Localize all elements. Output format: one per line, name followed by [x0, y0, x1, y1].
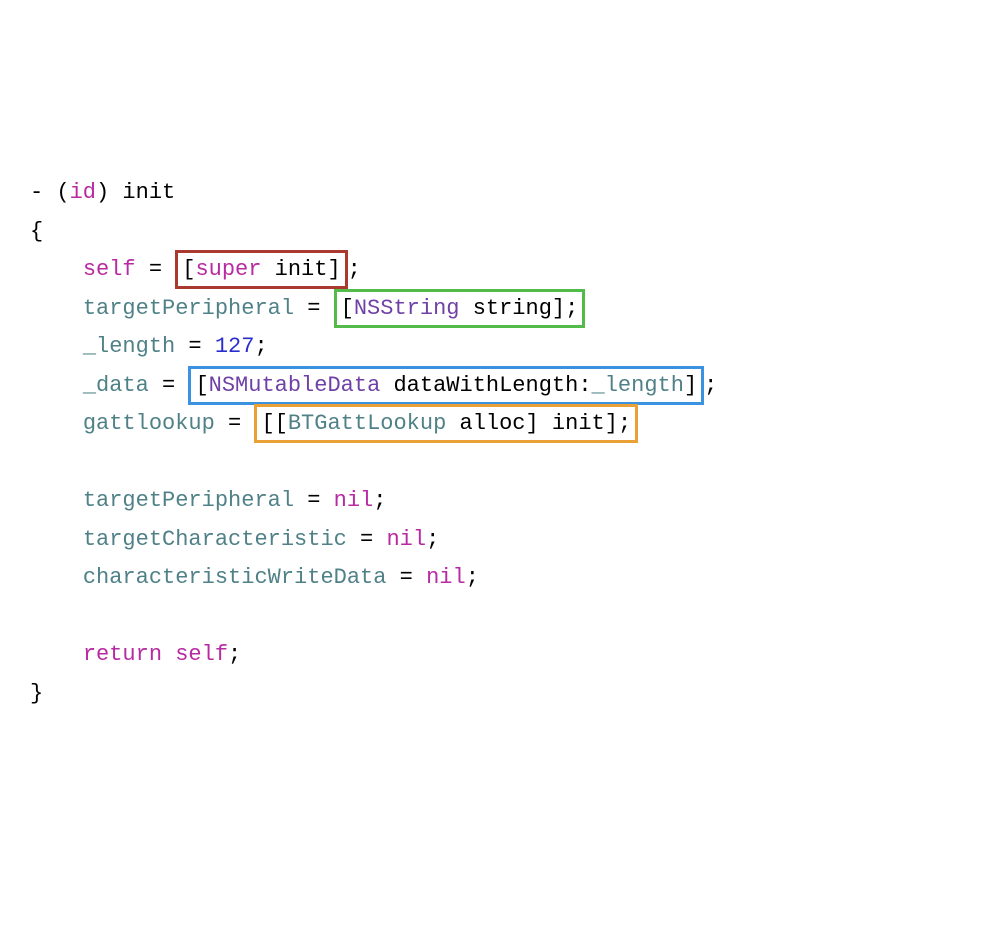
nil-kw: nil	[426, 565, 466, 590]
var-targetPeripheral: targetPeripheral	[83, 296, 294, 321]
space	[459, 296, 472, 321]
var-data: _data	[83, 373, 149, 398]
semicolon: ;	[565, 296, 578, 321]
close-bracket-inner: ]	[526, 411, 539, 436]
open-paren: (	[56, 180, 69, 205]
semicolon: ;	[426, 527, 439, 552]
line-9: targetPeripheral = nil;	[30, 488, 386, 513]
equals: =	[386, 565, 426, 590]
line-3: self = [super init];	[30, 257, 361, 282]
length-arg: _length	[592, 373, 684, 398]
line-11: characteristicWriteData = nil;	[30, 565, 479, 590]
open-brace: {	[30, 219, 43, 244]
open-bracket-inner: [	[275, 411, 288, 436]
semicolon: ;	[348, 257, 361, 282]
space	[446, 411, 459, 436]
nsstring-box: [NSString string];	[334, 289, 586, 328]
nil-kw: nil	[334, 488, 374, 513]
space	[380, 373, 393, 398]
var-targetPeripheral: targetPeripheral	[83, 488, 294, 513]
code-block: - (id) init { self = [super init]; targe…	[30, 174, 972, 713]
equals: =	[347, 527, 387, 552]
var-characteristicWriteData: characteristicWriteData	[83, 565, 387, 590]
init-msg: init	[275, 257, 328, 282]
close-brace: }	[30, 681, 43, 706]
init-msg: init	[552, 411, 605, 436]
space	[261, 257, 274, 282]
nsstring-class: NSString	[354, 296, 460, 321]
line-2: {	[30, 219, 43, 244]
equals: =	[294, 488, 334, 513]
btgattlookup-box: [[BTGattLookup alloc] init];	[254, 404, 638, 443]
line-14: }	[30, 681, 43, 706]
line-1: - (id) init	[30, 180, 175, 205]
open-bracket: [	[341, 296, 354, 321]
close-bracket: ]	[552, 296, 565, 321]
dash: -	[30, 180, 43, 205]
super-init-box: [super init]	[175, 250, 347, 289]
alloc-msg: alloc	[460, 411, 526, 436]
semicolon: ;	[373, 488, 386, 513]
nsmutabledata-box: [NSMutableData dataWithLength:_length]	[188, 366, 704, 405]
semicolon: ;	[704, 373, 717, 398]
nil-kw: nil	[386, 527, 426, 552]
space	[162, 642, 175, 667]
var-length: _length	[83, 334, 175, 359]
line-10: targetCharacteristic = nil;	[30, 527, 439, 552]
self-kw: self	[83, 257, 136, 282]
equals: =	[149, 373, 189, 398]
line-5: _length = 127;	[30, 334, 268, 359]
var-gattlookup: gattlookup	[83, 411, 215, 436]
open-bracket: [	[195, 373, 208, 398]
type-id: id	[70, 180, 96, 205]
close-bracket: ]	[684, 373, 697, 398]
equals: =	[175, 334, 215, 359]
line-4: targetPeripheral = [NSString string];	[30, 296, 585, 321]
equals: =	[294, 296, 334, 321]
close-bracket-outer: ]	[605, 411, 618, 436]
semicolon: ;	[618, 411, 631, 436]
space	[539, 411, 552, 436]
line-13: return self;	[30, 642, 241, 667]
equals: =	[215, 411, 255, 436]
line-7: gattlookup = [[BTGattLookup alloc] init]…	[30, 411, 638, 436]
string-msg: string	[473, 296, 552, 321]
open-bracket: [	[182, 257, 195, 282]
var-targetCharacteristic: targetCharacteristic	[83, 527, 347, 552]
semicolon: ;	[466, 565, 479, 590]
num-127: 127	[215, 334, 255, 359]
semicolon: ;	[254, 334, 267, 359]
btgattlookup-class: BTGattLookup	[288, 411, 446, 436]
open-bracket-outer: [	[261, 411, 274, 436]
method-name: init	[122, 180, 175, 205]
close-bracket: ]	[327, 257, 340, 282]
semicolon: ;	[228, 642, 241, 667]
nsmutabledata-class: NSMutableData	[209, 373, 381, 398]
super-kw: super	[195, 257, 261, 282]
return-kw: return	[83, 642, 162, 667]
close-paren: )	[96, 180, 109, 205]
datawithlength-msg: dataWithLength:	[393, 373, 591, 398]
line-6: _data = [NSMutableData dataWithLength:_l…	[30, 373, 717, 398]
equals: =	[136, 257, 176, 282]
self-kw: self	[175, 642, 228, 667]
